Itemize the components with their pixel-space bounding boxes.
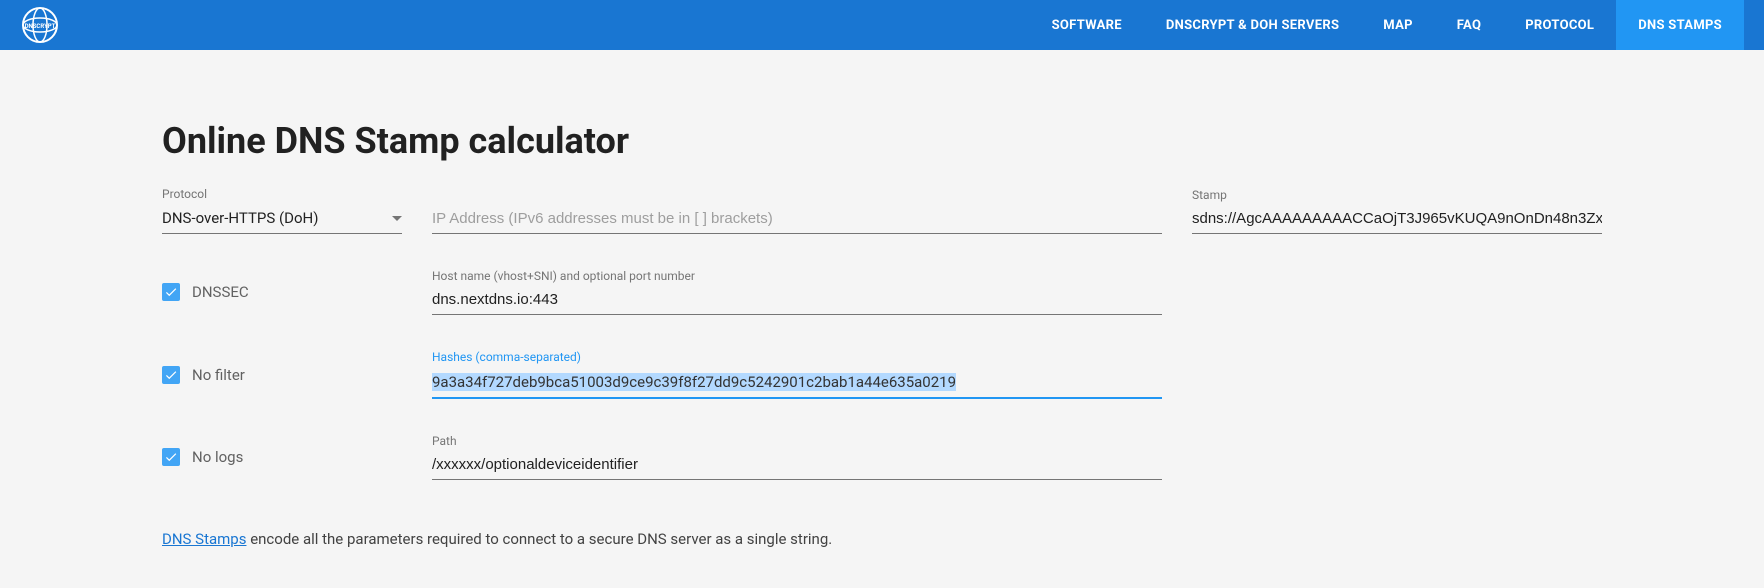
stamp-output[interactable]	[1192, 204, 1602, 234]
chevron-down-icon	[392, 216, 402, 221]
path-label: Path	[432, 434, 1162, 448]
top-navbar: DNSCRYPT SOFTWARE DNSCRYPT & DOH SERVERS…	[0, 0, 1764, 50]
nofilter-label: No filter	[192, 366, 245, 384]
nologs-checkbox[interactable]	[162, 448, 180, 466]
protocol-field: Protocol DNS-over-HTTPS (DoH)	[162, 187, 402, 234]
hostname-input[interactable]	[432, 285, 1162, 315]
stamp-field: Stamp	[1192, 188, 1602, 234]
check-icon	[164, 450, 178, 464]
path-input[interactable]	[432, 450, 1162, 480]
dnscrypt-logo-icon: DNSCRYPT	[20, 5, 60, 45]
nofilter-checkbox[interactable]	[162, 366, 180, 384]
nav-software[interactable]: SOFTWARE	[1030, 0, 1144, 50]
nav-protocol[interactable]: PROTOCOL	[1503, 0, 1616, 50]
description-rest: encode all the parameters required to co…	[246, 530, 832, 548]
hostname-field: Host name (vhost+SNI) and optional port …	[432, 269, 1162, 315]
nofilter-checkbox-row: No filter	[162, 356, 402, 394]
hashes-input[interactable]: 9a3a34f727deb9bca51003d9ce9c39f8f27dd9c5…	[432, 373, 956, 391]
protocol-select[interactable]: DNS-over-HTTPS (DoH)	[162, 203, 402, 234]
path-field: Path	[432, 434, 1162, 480]
dns-stamps-link[interactable]: DNS Stamps	[162, 530, 246, 548]
nologs-label: No logs	[192, 448, 243, 466]
nav-links: SOFTWARE DNSCRYPT & DOH SERVERS MAP FAQ …	[1030, 0, 1744, 50]
stamp-label: Stamp	[1192, 188, 1602, 202]
main-container: Online DNS Stamp calculator Protocol DNS…	[142, 50, 1622, 588]
hashes-field: Hashes (comma-separated) 9a3a34f727deb9b…	[432, 350, 1162, 399]
check-icon	[164, 285, 178, 299]
hashes-label: Hashes (comma-separated)	[432, 350, 1162, 364]
page-title: Online DNS Stamp calculator	[162, 120, 1602, 162]
check-icon	[164, 368, 178, 382]
nav-dns-stamps[interactable]: DNS STAMPS	[1616, 0, 1744, 50]
protocol-value: DNS-over-HTTPS (DoH)	[162, 209, 318, 227]
description-text: DNS Stamps encode all the parameters req…	[162, 530, 1602, 548]
nav-dnscrypt-doh-servers[interactable]: DNSCRYPT & DOH SERVERS	[1144, 0, 1361, 50]
dnssec-checkbox-row: DNSSEC	[162, 273, 402, 311]
ip-field	[432, 204, 1162, 234]
nav-faq[interactable]: FAQ	[1435, 0, 1503, 50]
dnssec-checkbox[interactable]	[162, 283, 180, 301]
nav-map[interactable]: MAP	[1361, 0, 1435, 50]
dnssec-label: DNSSEC	[192, 283, 249, 301]
ip-address-input[interactable]	[432, 204, 1162, 234]
svg-text:DNSCRYPT: DNSCRYPT	[25, 23, 56, 30]
hostname-label: Host name (vhost+SNI) and optional port …	[432, 269, 1162, 283]
protocol-label: Protocol	[162, 187, 402, 201]
nologs-checkbox-row: No logs	[162, 438, 402, 476]
brand-logo[interactable]: DNSCRYPT	[20, 5, 60, 45]
